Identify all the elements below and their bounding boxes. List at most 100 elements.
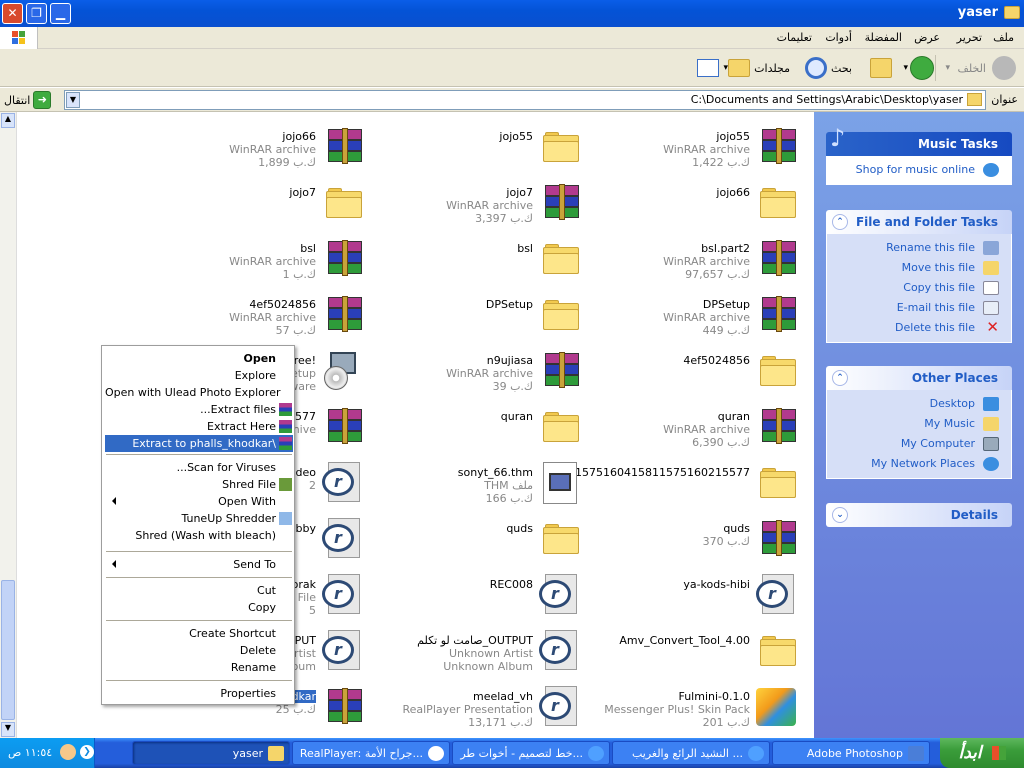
realplayer-file-icon: r [322, 574, 362, 614]
back-button[interactable] [992, 55, 1016, 81]
file-name: jojo7 [289, 186, 316, 199]
winrar-archive-icon [328, 408, 362, 444]
tuneup-icon [279, 512, 292, 525]
my-music-link[interactable]: My Music [827, 414, 1011, 434]
tray-app-icon[interactable] [60, 744, 76, 760]
globe-icon [983, 163, 999, 177]
email-file-link[interactable]: E-mail this file [827, 298, 1011, 318]
delete-file-link[interactable]: Delete this file ✕ [827, 318, 1011, 338]
context-menu-item[interactable]: TuneUp Shredder [105, 510, 293, 527]
context-menu-item[interactable]: Send To [105, 556, 293, 573]
context-menu-item[interactable]: ...Scan for Viruses [105, 459, 293, 476]
chevron-down-icon[interactable]: ▾ [945, 55, 950, 81]
context-menu-item[interactable]: Shred (Wash with bleach) [105, 527, 293, 544]
my-music-label: My Music [924, 417, 975, 430]
minimize-button[interactable]: ▁ [50, 3, 71, 24]
copy-file-link[interactable]: Copy this file [827, 278, 1011, 298]
folder-icon [543, 244, 579, 274]
menu-file[interactable]: ملف [993, 31, 1014, 44]
task-realplayer[interactable]: RealPlayer: جراح الأمة... [292, 741, 450, 765]
show-hidden-icons-button[interactable]: ❯ [80, 745, 94, 759]
clock[interactable]: ١١:٥٤ ص [8, 746, 52, 759]
folders-button[interactable]: مجلدات [728, 55, 790, 81]
search-button[interactable]: بحث [805, 55, 852, 81]
file-item[interactable]: 4ef5024856 WinRAR archive 57 ك.ب [106, 294, 366, 338]
address-input[interactable]: C:\Documents and Settings\Arabic\Desktop… [64, 90, 986, 110]
other-places-header[interactable]: Other Places ⌃ [826, 366, 1012, 390]
file-text: jojo66 WinRAR archive 1,899 ك.ب [229, 130, 316, 169]
scroll-up-button[interactable]: ▲ [1, 113, 15, 128]
file-size: 39 ك.ب [492, 380, 533, 393]
copy-file-label: Copy this file [903, 281, 975, 294]
menu-help[interactable]: تعليمات [777, 31, 812, 44]
email-file-label: E-mail this file [896, 301, 975, 314]
winrar-archive-icon [545, 352, 579, 388]
file-text: 4ef5024856 [683, 354, 750, 367]
context-menu-item[interactable]: Copy [105, 599, 293, 616]
chevron-down-icon[interactable]: ▾ [903, 55, 908, 81]
file-text: quds [506, 522, 533, 535]
my-computer-link[interactable]: My Computer [827, 434, 1011, 454]
realplayer-file-icon: r [322, 518, 362, 558]
context-menu-item[interactable]: Properties [105, 685, 293, 702]
task-realplayer-label: RealPlayer: جراح الأمة... [299, 747, 423, 760]
context-menu-item[interactable]: Rename [105, 659, 293, 676]
file-text: REC008 [490, 578, 533, 591]
task-photoshop[interactable]: Adobe Photoshop [772, 741, 930, 765]
collapse-icon[interactable]: ⌃ [832, 370, 848, 386]
context-menu-item[interactable]: Open [105, 350, 293, 367]
menu-edit[interactable]: تحرير [957, 31, 982, 44]
context-menu-item[interactable]: Shred File [105, 476, 293, 493]
close-button[interactable]: ✕ [2, 3, 23, 24]
music-tasks-header[interactable]: Music Tasks ♪ [826, 124, 1012, 156]
address-dropdown[interactable]: ▼ [66, 92, 80, 108]
collapse-icon[interactable]: ⌃ [832, 214, 848, 230]
other-places-title: Other Places [911, 371, 998, 385]
task-ie-1[interactable]: النشيد الرائع والغريب ... [612, 741, 770, 765]
realplayer-file-icon: r [539, 630, 579, 670]
views-button[interactable]: ▾ [697, 55, 728, 81]
desktop-link[interactable]: Desktop [827, 394, 1011, 414]
menu-view[interactable]: عرض [914, 31, 940, 44]
vertical-scrollbar[interactable]: ▲ ▼ [0, 112, 17, 738]
task-yaser[interactable]: yaser [132, 741, 290, 765]
my-network-link[interactable]: My Network Places [827, 454, 1011, 474]
winrar-archive-icon [328, 688, 362, 724]
rename-file-link[interactable]: Rename this file [827, 238, 1011, 258]
restore-button[interactable]: ❐ [26, 3, 47, 24]
context-menu-item[interactable]: Cut [105, 582, 293, 599]
menu-tools[interactable]: أدوات [825, 31, 852, 44]
ie-icon [748, 746, 764, 761]
file-item[interactable]: jojo7 [106, 182, 366, 226]
title-bar[interactable]: ✕ ❐ ▁ yaser [0, 0, 1024, 27]
winrar-archive-icon [545, 184, 579, 220]
context-menu-item[interactable]: Extract to phalls_khodkar\ [105, 435, 293, 452]
context-menu-item[interactable]: Explore [105, 367, 293, 384]
context-menu-item[interactable]: ...Extract files [105, 401, 293, 418]
context-menu-label: ...Extract files [200, 403, 276, 416]
file-name: DPSetup [485, 298, 533, 311]
context-menu-item[interactable]: Delete [105, 642, 293, 659]
context-menu-item[interactable]: Open with Ulead Photo Explorer [105, 384, 293, 401]
details-header[interactable]: Details ⌄ [826, 503, 1012, 527]
file-item[interactable]: bsl WinRAR archive 1 ك.ب [106, 238, 366, 282]
file-item[interactable]: jojo66 WinRAR archive 1,899 ك.ب [106, 126, 366, 170]
start-button[interactable]: ابدأ [940, 738, 1024, 768]
context-menu-item[interactable]: Extract Here [105, 418, 293, 435]
context-menu-item[interactable]: Create Shortcut [105, 625, 293, 642]
file-folder-tasks-header[interactable]: File and Folder Tasks ⌃ [826, 210, 1012, 234]
forward-button[interactable] [910, 55, 934, 81]
expand-icon[interactable]: ⌄ [832, 507, 848, 523]
menu-favorites[interactable]: المفضلة [865, 31, 902, 44]
move-file-label: Move this file [901, 261, 975, 274]
shop-music-link[interactable]: Shop for music online [827, 160, 1011, 180]
go-button[interactable]: انتقال ➜ [4, 91, 52, 109]
move-file-link[interactable]: Move this file [827, 258, 1011, 278]
file-type: WinRAR archive [663, 255, 750, 268]
file-type: WinRAR archive [229, 255, 316, 268]
task-ie-2[interactable]: خط لتصميم - أخوات طر... [452, 741, 610, 765]
up-folder-button[interactable] [870, 55, 892, 81]
scroll-down-button[interactable]: ▼ [1, 722, 15, 737]
scroll-thumb[interactable] [1, 580, 15, 720]
context-menu-item[interactable]: Open With [105, 493, 293, 510]
